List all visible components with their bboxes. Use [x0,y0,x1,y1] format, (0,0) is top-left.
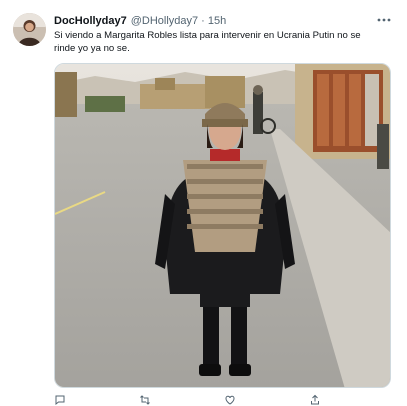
avatar[interactable] [13,13,46,46]
heart-icon [225,395,235,405]
timestamp[interactable]: 15h [208,15,226,27]
share-icon [311,394,319,405]
tweet-text: Si viendo a Margarita Robles lista para … [54,30,361,54]
user-handle[interactable]: @DHollyday7 [131,15,198,27]
tweet-card[interactable]: DocHollyday7 @DHollyday7 · 15h Si viendo… [0,0,407,406]
separator-dot: · [201,15,205,27]
tweet-actions [54,394,394,406]
share-button[interactable] [309,394,394,406]
reply-icon [55,395,65,406]
ellipsis-icon[interactable] [375,11,393,29]
tweet-header: DocHollyday7 @DHollyday7 · 15h [54,13,393,29]
tweet-photo[interactable] [54,63,391,388]
like-button[interactable] [224,394,309,406]
retweet-button[interactable] [139,394,224,406]
retweet-icon [140,395,150,405]
reply-button[interactable] [54,394,139,406]
display-name[interactable]: DocHollyday7 [54,15,127,27]
